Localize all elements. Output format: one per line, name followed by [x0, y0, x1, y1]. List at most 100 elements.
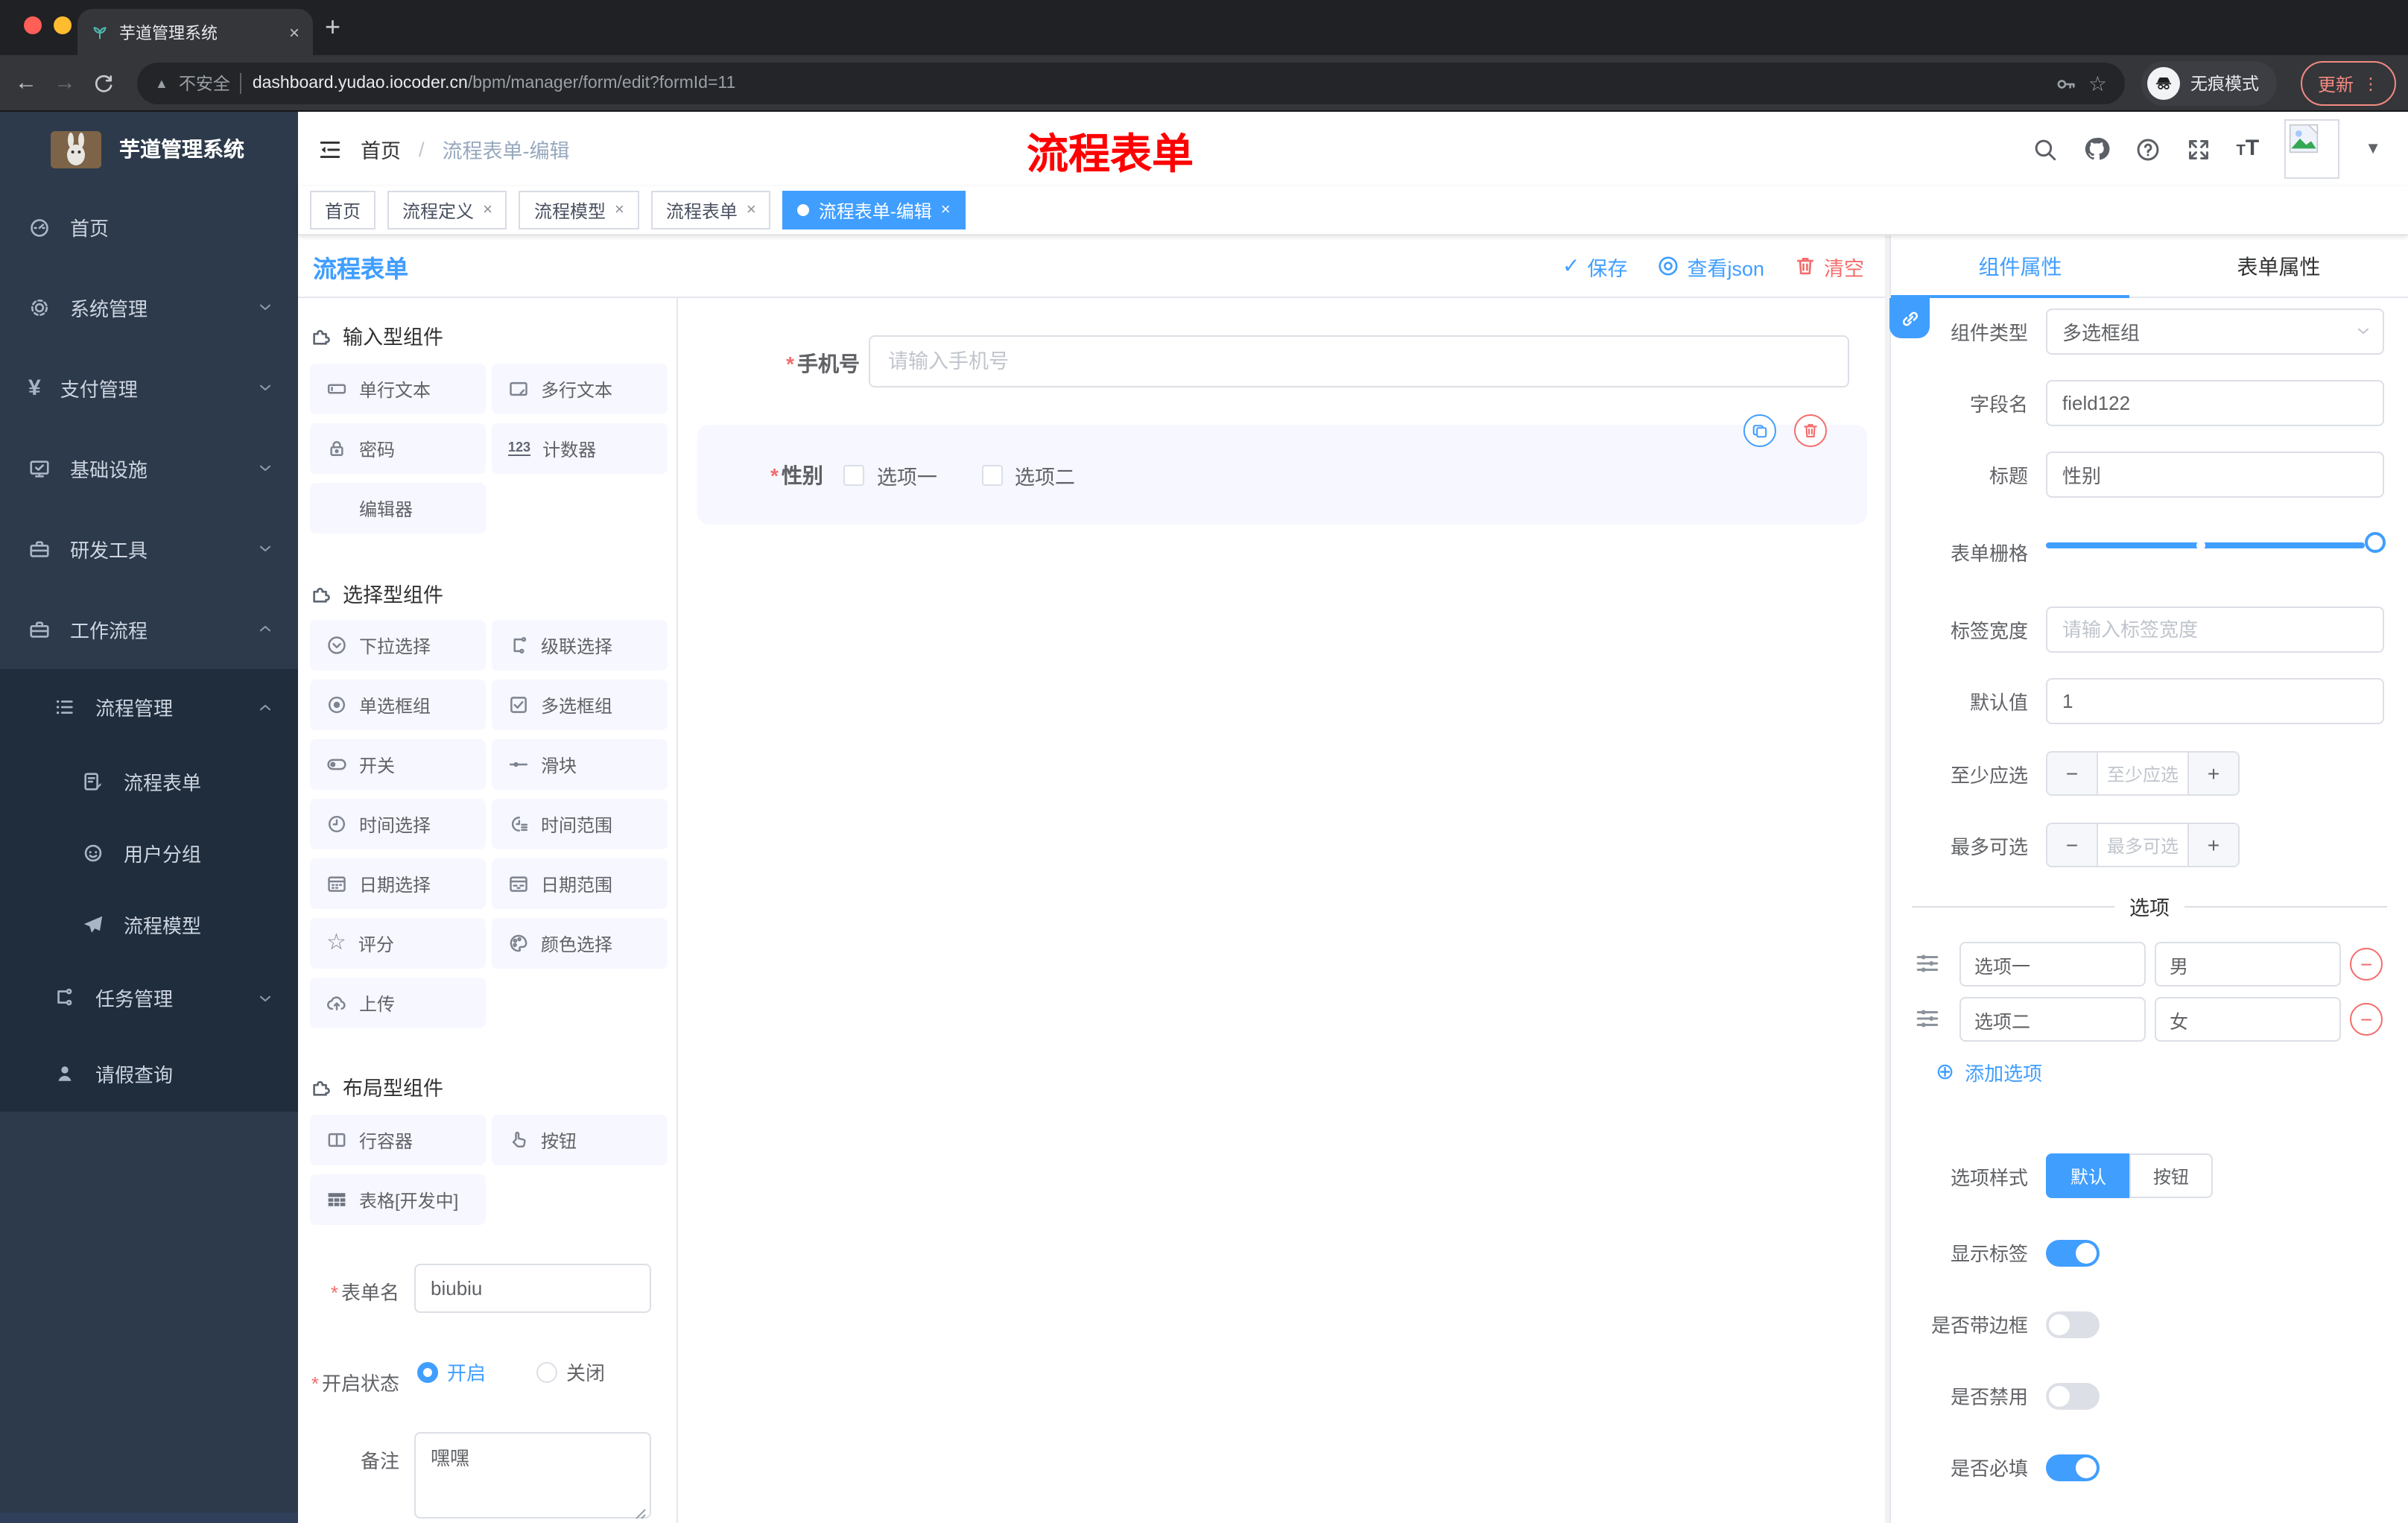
show-label-switch[interactable]	[2046, 1239, 2100, 1266]
tag-process-form-edit[interactable]: 流程表单-编辑 ×	[782, 191, 966, 229]
option-value-input[interactable]	[2155, 997, 2341, 1042]
bookmark-star-icon[interactable]: ☆	[2088, 71, 2107, 96]
option-value-input[interactable]	[2155, 942, 2341, 987]
default-value-input[interactable]	[2046, 678, 2384, 724]
component-button[interactable]: 按钮	[492, 1115, 668, 1165]
slider-handle[interactable]	[2365, 531, 2386, 552]
component-multi-text[interactable]: 多行文本	[492, 364, 668, 414]
window-minimize-button[interactable]	[54, 16, 72, 34]
tag-close-icon[interactable]: ×	[747, 201, 756, 219]
reload-icon[interactable]	[92, 73, 115, 95]
sidebar-item-process-form[interactable]: 流程表单	[0, 745, 298, 817]
tag-close-icon[interactable]: ×	[483, 201, 492, 219]
breadcrumb-home[interactable]: 首页	[361, 134, 401, 164]
window-close-button[interactable]	[24, 16, 42, 34]
option-label-input[interactable]	[1959, 997, 2146, 1042]
component-password[interactable]: 密码	[310, 423, 486, 474]
sidebar-item-process-mgmt[interactable]: 流程管理	[0, 669, 298, 745]
remove-option-button[interactable]: −	[2350, 948, 2383, 981]
component-date-picker[interactable]: 日期选择	[310, 858, 486, 909]
component-date-range[interactable]: 日期范围	[492, 858, 668, 909]
sidebar-item-system[interactable]: 系统管理	[0, 267, 298, 347]
selected-widget-gender[interactable]: * 性别 选项一 选项二	[697, 425, 1867, 525]
required-switch[interactable]	[2046, 1454, 2100, 1481]
back-icon[interactable]: ←	[15, 71, 37, 95]
tag-close-icon[interactable]: ×	[941, 201, 951, 219]
fullscreen-icon[interactable]	[2186, 136, 2211, 162]
tab-close-icon[interactable]: ×	[289, 22, 300, 42]
tag-process-definition[interactable]: 流程定义 ×	[387, 191, 507, 229]
save-button[interactable]: ✓ 保存	[1562, 251, 1627, 281]
stepper-decrease-button[interactable]: −	[2047, 753, 2097, 794]
field-name-input[interactable]	[2046, 380, 2384, 426]
gender-option-2[interactable]: 选项二	[981, 460, 1075, 490]
form-remark-textarea[interactable]: 嘿嘿	[414, 1432, 651, 1519]
component-editor[interactable]: 编辑器	[310, 483, 486, 533]
resize-grip-icon[interactable]	[635, 1508, 647, 1520]
component-checkbox-group[interactable]: 多选框组	[492, 680, 668, 730]
checkbox-icon[interactable]	[981, 464, 1003, 485]
font-size-icon[interactable]: TT	[2237, 136, 2260, 162]
remove-option-button[interactable]: −	[2350, 1003, 2383, 1036]
sidebar-item-home[interactable]: 首页	[0, 186, 298, 267]
sidebar-logo[interactable]: 芋道管理系统	[0, 112, 298, 186]
phone-field-input[interactable]	[869, 335, 1849, 387]
tag-process-form[interactable]: 流程表单 ×	[650, 191, 771, 229]
sidebar-item-leave-query[interactable]: 请假查询	[0, 1036, 298, 1112]
component-time-range[interactable]: 时间范围	[492, 799, 668, 849]
border-switch[interactable]	[2046, 1311, 2100, 1337]
form-grid-slider[interactable]	[2046, 531, 2386, 552]
sidebar-item-process-model[interactable]: 流程模型	[0, 888, 298, 960]
sidebar-item-task-mgmt[interactable]: 任务管理	[0, 960, 298, 1036]
tag-close-icon[interactable]: ×	[615, 201, 624, 219]
avatar-caret-icon[interactable]: ▼	[2365, 140, 2381, 158]
component-single-text[interactable]: 单行文本	[310, 364, 486, 414]
component-type-select[interactable]: 多选框组	[2046, 308, 2384, 355]
component-row-container[interactable]: 行容器	[310, 1115, 486, 1165]
sidebar-item-payment[interactable]: ¥ 支付管理	[0, 347, 298, 428]
sidebar-item-infra[interactable]: 基础设施	[0, 428, 298, 508]
component-rate[interactable]: ☆ 评分	[310, 918, 486, 969]
option-label-input[interactable]	[1959, 942, 2146, 987]
status-radio-off[interactable]: 关闭	[536, 1358, 605, 1386]
key-icon[interactable]	[2056, 72, 2078, 95]
view-json-button[interactable]: 查看json	[1657, 251, 1764, 281]
add-option-button[interactable]: ⊕ 添加选项	[1936, 1058, 2042, 1086]
component-counter[interactable]: 123 计数器	[492, 423, 668, 474]
sidebar-item-user-group[interactable]: 用户分组	[0, 817, 298, 888]
component-slider[interactable]: 滑块	[492, 739, 668, 790]
new-tab-button[interactable]: +	[325, 12, 340, 43]
tab-form-props[interactable]: 表单属性	[2149, 235, 2408, 297]
form-name-input[interactable]	[414, 1264, 651, 1313]
address-bar[interactable]: ▲ 不安全 dashboard.yudao.iocoder.cn/bpm/man…	[137, 63, 2125, 104]
drag-handle-icon[interactable]	[1915, 1006, 1940, 1031]
checkbox-icon[interactable]	[843, 464, 865, 485]
search-icon[interactable]	[2032, 136, 2058, 162]
stepper-increase-button[interactable]: +	[2189, 753, 2238, 794]
stepper-increase-button[interactable]: +	[2189, 824, 2238, 866]
github-icon[interactable]	[2083, 136, 2110, 162]
disabled-switch[interactable]	[2046, 1382, 2100, 1409]
sidebar-collapse-bar[interactable]	[0, 1513, 298, 1523]
tag-home[interactable]: 首页	[310, 191, 376, 229]
gender-option-1[interactable]: 选项一	[843, 460, 937, 490]
browser-menu-dots-icon[interactable]: ⋮	[2363, 74, 2379, 93]
component-table[interactable]: 表格[开发中]	[310, 1174, 486, 1225]
stepper-decrease-button[interactable]: −	[2047, 824, 2097, 866]
stepper-value[interactable]: 至少应选	[2097, 753, 2189, 794]
component-upload[interactable]: 上传	[310, 978, 486, 1028]
clear-button[interactable]: 清空	[1794, 251, 1864, 281]
style-default-button[interactable]: 默认	[2046, 1153, 2129, 1198]
component-time-picker[interactable]: 时间选择	[310, 799, 486, 849]
component-select[interactable]: 下拉选择	[310, 620, 486, 671]
update-button[interactable]: 更新 ⋮	[2301, 61, 2396, 106]
status-radio-on[interactable]: 开启	[417, 1358, 486, 1386]
avatar[interactable]	[2284, 119, 2340, 179]
forward-icon[interactable]: →	[54, 71, 76, 95]
drag-handle-icon[interactable]	[1915, 951, 1940, 976]
component-radio-group[interactable]: 单选框组	[310, 680, 486, 730]
help-icon[interactable]	[2135, 136, 2161, 162]
hamburger-icon[interactable]	[317, 136, 343, 162]
label-width-input[interactable]	[2046, 607, 2384, 653]
browser-tab[interactable]: 芋道管理系统 ×	[77, 9, 313, 55]
